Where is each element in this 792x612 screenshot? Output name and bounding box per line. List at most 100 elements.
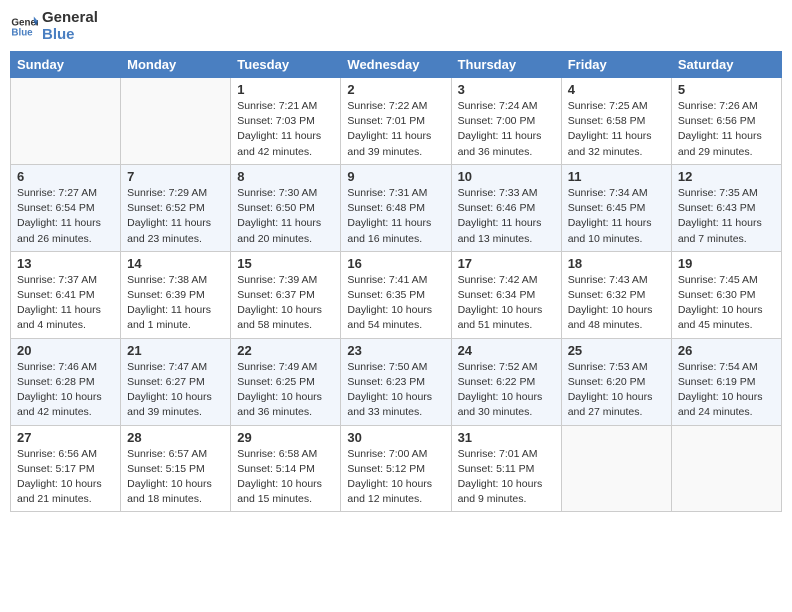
calendar-cell-4-5: 24 Sunrise: 7:52 AM Sunset: 6:22 PM Dayl… [451,338,561,425]
day-info: Sunrise: 6:57 AM Sunset: 5:15 PM Dayligh… [127,447,224,508]
calendar-cell-5-7 [671,425,781,512]
day-number: 21 [127,343,224,358]
day-number: 26 [678,343,775,358]
day-info: Sunrise: 7:38 AM Sunset: 6:39 PM Dayligh… [127,273,224,334]
sunrise: Sunrise: 7:00 AM [347,448,427,460]
daylight: Daylight: 10 hours and 27 minutes. [568,391,653,418]
calendar-cell-3-1: 13 Sunrise: 7:37 AM Sunset: 6:41 PM Dayl… [11,251,121,338]
day-number: 3 [458,82,555,97]
header-monday: Monday [121,52,231,78]
day-number: 13 [17,256,114,271]
sunset: Sunset: 6:32 PM [568,289,646,301]
calendar-cell-2-1: 6 Sunrise: 7:27 AM Sunset: 6:54 PM Dayli… [11,164,121,251]
calendar-cell-3-5: 17 Sunrise: 7:42 AM Sunset: 6:34 PM Dayl… [451,251,561,338]
calendar-cell-2-5: 10 Sunrise: 7:33 AM Sunset: 6:46 PM Dayl… [451,164,561,251]
calendar-cell-2-7: 12 Sunrise: 7:35 AM Sunset: 6:43 PM Dayl… [671,164,781,251]
sunrise: Sunrise: 7:38 AM [127,274,207,286]
calendar-cell-3-7: 19 Sunrise: 7:45 AM Sunset: 6:30 PM Dayl… [671,251,781,338]
header-friday: Friday [561,52,671,78]
day-number: 28 [127,430,224,445]
calendar-cell-3-4: 16 Sunrise: 7:41 AM Sunset: 6:35 PM Dayl… [341,251,451,338]
sunrise: Sunrise: 7:24 AM [458,100,538,112]
header-sunday: Sunday [11,52,121,78]
day-info: Sunrise: 7:46 AM Sunset: 6:28 PM Dayligh… [17,360,114,421]
calendar-cell-1-4: 2 Sunrise: 7:22 AM Sunset: 7:01 PM Dayli… [341,78,451,165]
sunrise: Sunrise: 7:30 AM [237,187,317,199]
sunset: Sunset: 6:37 PM [237,289,315,301]
day-number: 2 [347,82,444,97]
day-info: Sunrise: 7:50 AM Sunset: 6:23 PM Dayligh… [347,360,444,421]
day-info: Sunrise: 6:56 AM Sunset: 5:17 PM Dayligh… [17,447,114,508]
day-info: Sunrise: 7:34 AM Sunset: 6:45 PM Dayligh… [568,186,665,247]
day-number: 8 [237,169,334,184]
day-info: Sunrise: 7:31 AM Sunset: 6:48 PM Dayligh… [347,186,444,247]
daylight: Daylight: 10 hours and 39 minutes. [127,391,212,418]
sunset: Sunset: 6:22 PM [458,376,536,388]
sunset: Sunset: 6:45 PM [568,202,646,214]
calendar-cell-3-2: 14 Sunrise: 7:38 AM Sunset: 6:39 PM Dayl… [121,251,231,338]
day-number: 19 [678,256,775,271]
daylight: Daylight: 11 hours and 1 minute. [127,304,211,331]
day-number: 18 [568,256,665,271]
daylight: Daylight: 11 hours and 23 minutes. [127,217,211,244]
sunset: Sunset: 6:46 PM [458,202,536,214]
daylight: Daylight: 10 hours and 48 minutes. [568,304,653,331]
daylight: Daylight: 10 hours and 9 minutes. [458,478,543,505]
calendar-cell-3-3: 15 Sunrise: 7:39 AM Sunset: 6:37 PM Dayl… [231,251,341,338]
sunrise: Sunrise: 7:41 AM [347,274,427,286]
calendar-cell-2-4: 9 Sunrise: 7:31 AM Sunset: 6:48 PM Dayli… [341,164,451,251]
day-info: Sunrise: 7:42 AM Sunset: 6:34 PM Dayligh… [458,273,555,334]
daylight: Daylight: 11 hours and 36 minutes. [458,130,542,157]
sunrise: Sunrise: 7:26 AM [678,100,758,112]
daylight: Daylight: 11 hours and 32 minutes. [568,130,652,157]
sunrise: Sunrise: 7:21 AM [237,100,317,112]
day-info: Sunrise: 7:41 AM Sunset: 6:35 PM Dayligh… [347,273,444,334]
daylight: Daylight: 10 hours and 33 minutes. [347,391,432,418]
day-number: 20 [17,343,114,358]
daylight: Daylight: 10 hours and 15 minutes. [237,478,322,505]
sunrise: Sunrise: 7:31 AM [347,187,427,199]
day-number: 6 [17,169,114,184]
sunrise: Sunrise: 7:39 AM [237,274,317,286]
sunset: Sunset: 6:23 PM [347,376,425,388]
sunset: Sunset: 6:20 PM [568,376,646,388]
daylight: Daylight: 11 hours and 16 minutes. [347,217,431,244]
svg-text:Blue: Blue [11,27,33,38]
day-info: Sunrise: 7:53 AM Sunset: 6:20 PM Dayligh… [568,360,665,421]
daylight: Daylight: 11 hours and 26 minutes. [17,217,101,244]
day-number: 12 [678,169,775,184]
day-info: Sunrise: 7:43 AM Sunset: 6:32 PM Dayligh… [568,273,665,334]
calendar-week-2: 6 Sunrise: 7:27 AM Sunset: 6:54 PM Dayli… [11,164,782,251]
day-number: 11 [568,169,665,184]
calendar-cell-3-6: 18 Sunrise: 7:43 AM Sunset: 6:32 PM Dayl… [561,251,671,338]
day-info: Sunrise: 7:39 AM Sunset: 6:37 PM Dayligh… [237,273,334,334]
sunrise: Sunrise: 7:01 AM [458,448,538,460]
daylight: Daylight: 11 hours and 13 minutes. [458,217,542,244]
day-number: 17 [458,256,555,271]
calendar-cell-5-2: 28 Sunrise: 6:57 AM Sunset: 5:15 PM Dayl… [121,425,231,512]
day-info: Sunrise: 6:58 AM Sunset: 5:14 PM Dayligh… [237,447,334,508]
calendar-cell-2-6: 11 Sunrise: 7:34 AM Sunset: 6:45 PM Dayl… [561,164,671,251]
calendar-cell-1-3: 1 Sunrise: 7:21 AM Sunset: 7:03 PM Dayli… [231,78,341,165]
logo-icon: General Blue [10,13,38,41]
sunset: Sunset: 5:12 PM [347,463,425,475]
calendar-week-5: 27 Sunrise: 6:56 AM Sunset: 5:17 PM Dayl… [11,425,782,512]
sunrise: Sunrise: 7:45 AM [678,274,758,286]
daylight: Daylight: 10 hours and 51 minutes. [458,304,543,331]
calendar-cell-5-1: 27 Sunrise: 6:56 AM Sunset: 5:17 PM Dayl… [11,425,121,512]
sunrise: Sunrise: 7:50 AM [347,361,427,373]
day-info: Sunrise: 7:27 AM Sunset: 6:54 PM Dayligh… [17,186,114,247]
sunset: Sunset: 7:03 PM [237,115,315,127]
calendar-week-4: 20 Sunrise: 7:46 AM Sunset: 6:28 PM Dayl… [11,338,782,425]
day-number: 16 [347,256,444,271]
sunset: Sunset: 6:25 PM [237,376,315,388]
day-info: Sunrise: 7:33 AM Sunset: 6:46 PM Dayligh… [458,186,555,247]
daylight: Daylight: 11 hours and 20 minutes. [237,217,321,244]
calendar-cell-1-1 [11,78,121,165]
sunrise: Sunrise: 6:58 AM [237,448,317,460]
logo: General Blue General Blue [10,10,98,43]
daylight: Daylight: 10 hours and 18 minutes. [127,478,212,505]
sunrise: Sunrise: 7:27 AM [17,187,97,199]
calendar-cell-1-6: 4 Sunrise: 7:25 AM Sunset: 6:58 PM Dayli… [561,78,671,165]
calendar-header-row: SundayMondayTuesdayWednesdayThursdayFrid… [11,52,782,78]
